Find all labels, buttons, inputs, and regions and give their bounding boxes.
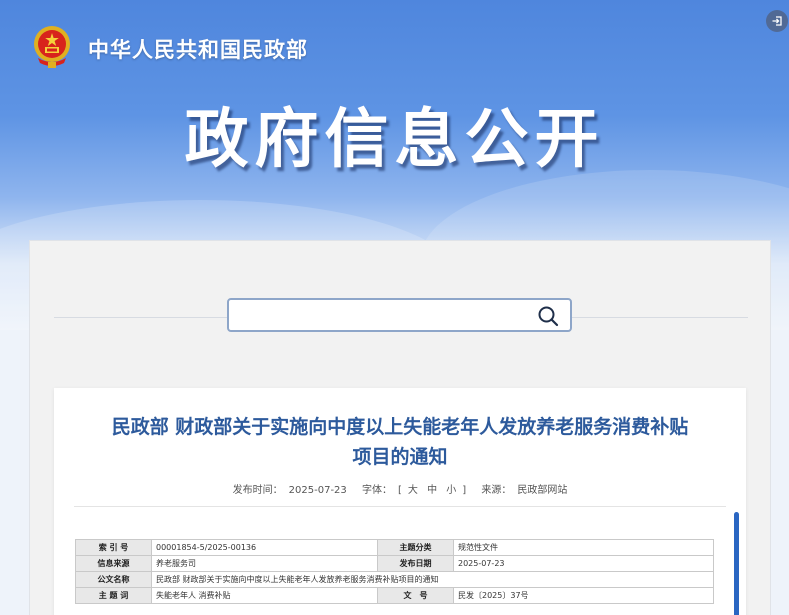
source-label: 来源： 民政部网站: [481, 485, 568, 496]
category-label: 主题分类: [377, 539, 454, 556]
category-value: 规范性文件: [453, 539, 714, 556]
national-emblem-icon[interactable]: [28, 22, 76, 70]
document-title-line: 民政部 财政部关于实施向中度以上失能老年人发放养老服务消费补贴: [111, 416, 689, 438]
document-card: 民政部 财政部关于实施向中度以上失能老年人发放养老服务消费补贴 项目的通知 发布…: [54, 388, 746, 615]
origin-label: 信息来源: [75, 555, 152, 572]
origin-value: 养老服务司: [151, 555, 378, 572]
publish-label: 发布时间： 2025-07-23: [232, 485, 347, 496]
font-large-button[interactable]: 大: [408, 485, 418, 496]
document-title-line: 项目的通知: [352, 446, 448, 468]
font-small-button[interactable]: 小: [446, 485, 456, 496]
search-box[interactable]: [227, 298, 572, 332]
date-label: 发布日期: [377, 555, 454, 572]
search-input[interactable]: [237, 304, 517, 326]
meta-divider: [74, 506, 726, 507]
keywords-value: 失能老年人 消费补贴: [151, 587, 378, 604]
document-info-table: 索 引 号 00001854-5/2025-00136 主题分类 规范性文件 信…: [75, 539, 714, 604]
date-value: 2025-07-23: [453, 555, 714, 572]
doc-number-value: 民发〔2025〕37号: [453, 587, 714, 604]
scrollbar[interactable]: [734, 512, 739, 615]
site-name[interactable]: 中华人民共和国民政部: [88, 34, 308, 64]
document-meta: 发布时间： 2025-07-23 字体：[大 中 小] 来源： 民政部网站: [54, 481, 746, 496]
doc-number-label: 文 号: [377, 587, 454, 604]
doc-name-value: 民政部 财政部关于实施向中度以上失能老年人发放养老服务消费补贴项目的通知: [151, 571, 714, 588]
hero-title: 政府信息公开: [184, 103, 605, 177]
doc-name-label: 公文名称: [75, 571, 152, 588]
document-title: 民政部 财政部关于实施向中度以上失能老年人发放养老服务消费补贴 项目的通知: [64, 412, 736, 472]
index-value: 00001854-5/2025-00136: [151, 539, 378, 556]
search-button[interactable]: [535, 303, 561, 329]
table-row: 主 题 词 失能老年人 消费补贴 文 号 民发〔2025〕37号: [75, 587, 714, 604]
login-icon: [772, 16, 782, 26]
table-row: 公文名称 民政部 财政部关于实施向中度以上失能老年人发放养老服务消费补贴项目的通…: [75, 571, 714, 588]
table-row: 索 引 号 00001854-5/2025-00136 主题分类 规范性文件: [75, 539, 714, 556]
font-size-control: 字体：[大 中 小]: [361, 485, 467, 496]
font-medium-button[interactable]: 中: [427, 485, 437, 496]
table-row: 信息来源 养老服务司 发布日期 2025-07-23: [75, 555, 714, 572]
login-button[interactable]: [766, 10, 788, 32]
search-icon: [538, 306, 559, 327]
keywords-label: 主 题 词: [75, 587, 152, 604]
index-label: 索 引 号: [75, 539, 152, 556]
